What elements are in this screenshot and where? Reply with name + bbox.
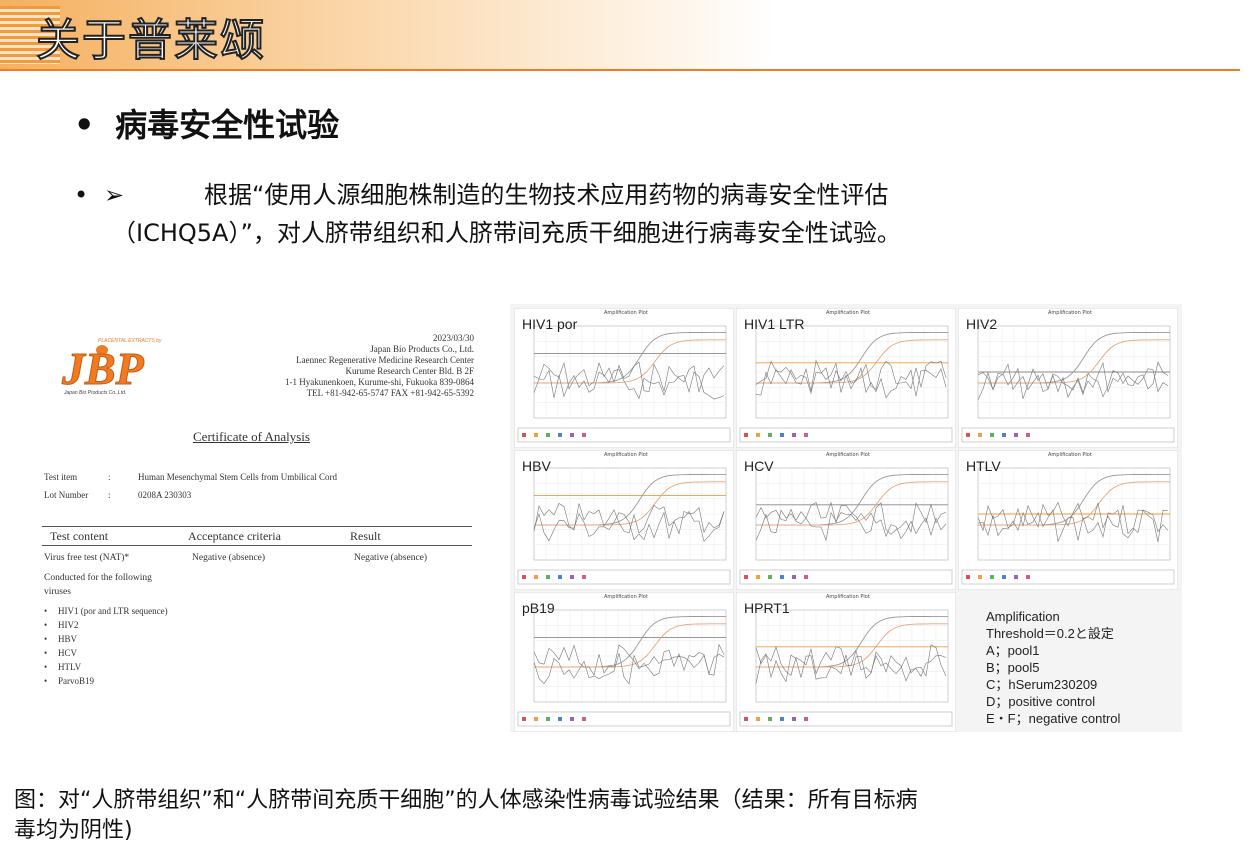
plot-label: HTLV [966, 458, 1001, 474]
col-test-content: Test content [50, 529, 109, 543]
plot-title: Amplification Plot [1048, 310, 1092, 316]
plot-label: HBV [522, 458, 551, 474]
lead-line-2: （ICHQ5A）”，对人脐带组织和人脐带间充质干细胞进行病毒安全性试验。 [112, 219, 901, 247]
address-line: Kurume Research Center Bld. B 2F [345, 366, 474, 376]
colon: : [108, 490, 111, 500]
col-acceptance-criteria: Acceptance criteria [188, 529, 281, 543]
plot-title: Amplification Plot [826, 310, 870, 316]
col-result: Result [350, 529, 381, 543]
note-line: A；pool1 [986, 643, 1040, 658]
caption-line-1: 图：对“人脐带组织”和“人脐带间充质干细胞”的人体感染性病毒试验结果（结果：所有… [14, 788, 918, 813]
plot-panel: HBV Amplification Plot [514, 450, 734, 590]
amplification-plots: HIV1 por Amplification Plot HIV1 LTR Amp… [510, 304, 1182, 732]
address-line: 1-1 Hyakunenkoen, Kurume-shi, Fukuoka 83… [285, 377, 474, 387]
plot-panel: HTLV Amplification Plot [958, 450, 1178, 590]
note-line: D；positive control [986, 694, 1096, 709]
list-item: HIV2 [44, 618, 168, 632]
plot-panel: HPRT1 Amplification Plot [736, 592, 956, 732]
plot-panel: HIV2 Amplification Plot [958, 308, 1178, 448]
plot-label: HIV1 por [522, 316, 578, 332]
list-item: ParvoB19 [44, 674, 168, 688]
colon: : [108, 472, 111, 482]
slide-title: 关于普莱颂 [35, 14, 266, 67]
plot-title: Amplification Plot [604, 594, 648, 600]
lead-line-1: 根据“使用人源细胞株制造的生物技术应用药物的病毒安全性评估 [204, 181, 889, 209]
svg-text:JBP: JBP [61, 343, 145, 394]
plot-label: HCV [744, 458, 774, 474]
plot-label: pB19 [522, 600, 555, 616]
threshold-notes: Amplification Threshold＝0.2と設定 A；pool1 B… [986, 608, 1120, 727]
plot-title: Amplification Plot [826, 594, 870, 600]
note-line: B；pool5 [986, 660, 1040, 675]
lead-arrow: ➢ [104, 181, 125, 209]
jbp-logo: PLACENTAL EXTRACTS by JBP Japan Bio Prod… [61, 338, 162, 396]
test-item-label: Test item [44, 472, 78, 482]
plot-panel: HIV1 por Amplification Plot [514, 308, 734, 448]
heading-bullet: • [74, 106, 95, 144]
plot-label: HPRT1 [744, 600, 790, 616]
header-rule [0, 69, 1240, 71]
row-criteria: Negative (absence) [192, 553, 266, 563]
cert-date: 2023/03/30 [432, 333, 474, 343]
plot-title: Amplification Plot [1048, 452, 1092, 458]
plot-panel: HIV1 LTR Amplification Plot [736, 308, 956, 448]
conducted-text: Conducted for the following [44, 573, 152, 583]
note-line: E・F；negative control [986, 711, 1121, 726]
list-item: HTLV [44, 660, 168, 674]
note-line: Amplification [986, 609, 1060, 624]
note-line: C；hSerum230209 [986, 677, 1098, 692]
svg-text:Japan Bio Products Co.,Ltd.: Japan Bio Products Co.,Ltd. [63, 390, 126, 396]
company-address: 2023/03/30 Japan Bio Products Co., Ltd. … [285, 333, 474, 399]
table-rule-mid [42, 545, 472, 546]
list-item: HBV [44, 632, 168, 646]
test-item-value: Human Mesenchymal Stem Cells from Umbili… [138, 472, 337, 482]
caption-line-2: 毒均为阴性) [14, 818, 133, 843]
list-item: HCV [44, 646, 168, 660]
address-line: Laennec Regenerative Medicine Research C… [296, 355, 474, 365]
lead-bullet: • [74, 181, 89, 209]
list-item: HIV1 (por and LTR sequence) [44, 604, 168, 618]
address-line: TEL +81-942-65-5747 FAX +81-942-65-5392 [306, 388, 474, 398]
address-line: Japan Bio Products Co., Ltd. [370, 344, 474, 354]
table-rule-top [42, 526, 472, 527]
plot-label: HIV1 LTR [744, 316, 805, 332]
row-test: Virus free test (NAT)* [44, 553, 130, 563]
plot-title: Amplification Plot [826, 452, 870, 458]
plot-panel: HCV Amplification Plot [736, 450, 956, 590]
lot-value: 0208A 230303 [138, 490, 192, 500]
plot-title: Amplification Plot [604, 310, 648, 316]
slide-header: 关于普莱颂 [0, 0, 1250, 70]
virus-list: HIV1 (por and LTR sequence) HIV2 HBV HCV… [44, 604, 168, 688]
section-heading: • 病毒安全性试验 [74, 100, 339, 146]
plot-panel: pB19 Amplification Plot [514, 592, 734, 732]
certificate-of-analysis: PLACENTAL EXTRACTS by JBP Japan Bio Prod… [36, 300, 486, 720]
conducted-text: viruses [44, 587, 71, 597]
cert-title: Certificate of Analysis [193, 429, 310, 444]
lead-paragraph: • ➢ 根据“使用人源细胞株制造的生物技术应用药物的病毒安全性评估 （ICHQ5A）… [74, 176, 1134, 252]
lot-label: Lot Number [44, 490, 89, 500]
figure-caption: 图：对“人脐带组织”和“人脐带间充质干细胞”的人体感染性病毒试验结果（结果：所有… [14, 786, 1234, 846]
heading-text: 病毒安全性试验 [115, 106, 340, 144]
plot-label: HIV2 [966, 316, 998, 332]
note-line: Threshold＝0.2と設定 [986, 626, 1114, 641]
row-result: Negative (absence) [354, 553, 428, 563]
plot-title: Amplification Plot [604, 452, 648, 458]
